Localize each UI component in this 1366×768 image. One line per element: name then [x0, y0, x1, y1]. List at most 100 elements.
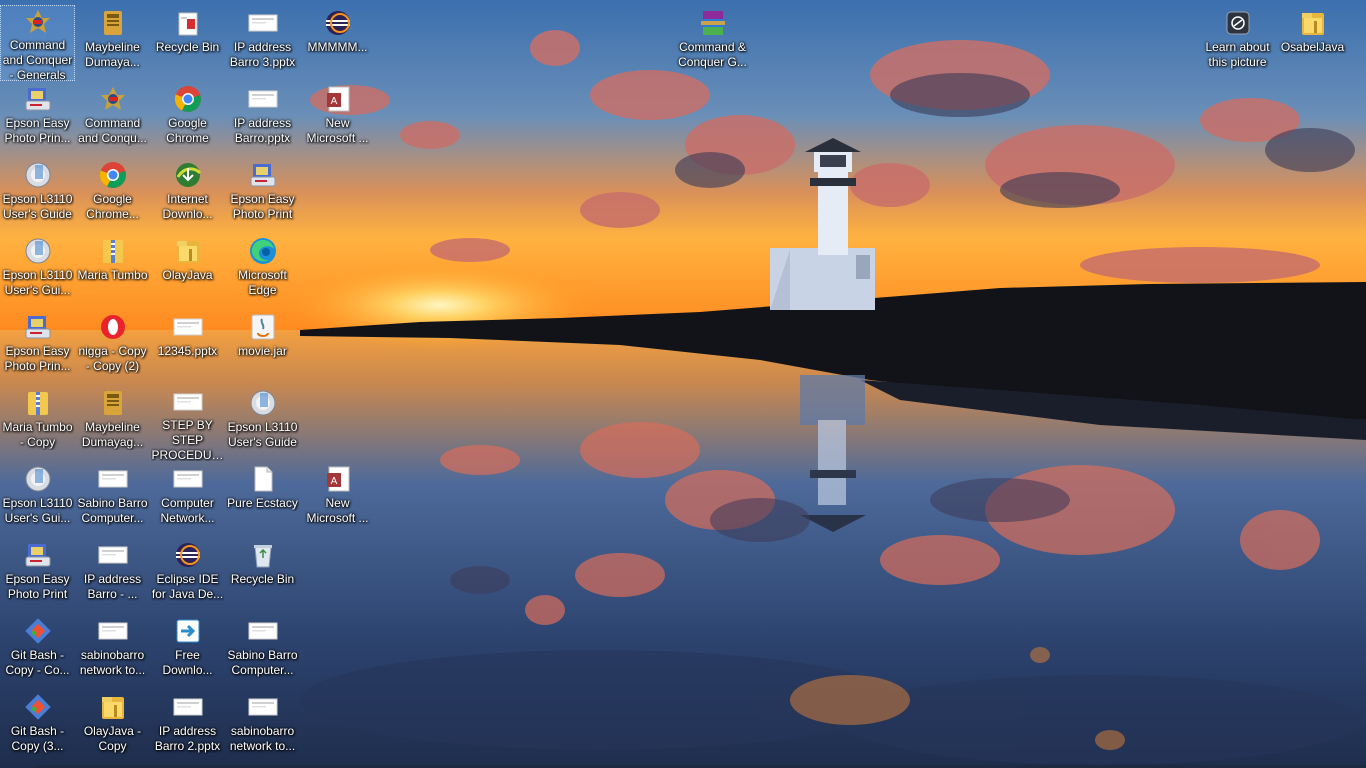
- desktop-icon[interactable]: OlayJava - Copy: [75, 689, 150, 765]
- desktop-icon[interactable]: Epson Easy Photo Prin...: [0, 81, 75, 157]
- desktop-icon[interactable]: Git Bash - Copy (3...: [0, 689, 75, 765]
- epson-photo-icon: [23, 84, 53, 114]
- desktop-icon-label: Internet Downlo...: [162, 192, 213, 221]
- eclipse-icon: [173, 540, 203, 570]
- desktop-icon-label: Maybeline Dumayag...: [81, 420, 144, 449]
- desktop-icon[interactable]: nigga - Copy - Copy (2): [75, 309, 150, 385]
- desktop-icon[interactable]: Command and Conqu...: [75, 81, 150, 157]
- desktop-icon[interactable]: Google Chrome: [150, 81, 225, 157]
- desktop-icon-label: Command and Conqu...: [78, 116, 147, 145]
- desktop-icon-label: Epson L3110 User's Guide: [2, 192, 73, 221]
- epson-guide-icon: [23, 160, 53, 190]
- desktop-icon[interactable]: Recycle Bin: [225, 537, 300, 613]
- desktop-icon[interactable]: Epson L3110 User's Gui...: [0, 233, 75, 309]
- svg-text:A: A: [330, 96, 337, 107]
- desktop-icon[interactable]: sabinobarro network to...: [225, 689, 300, 765]
- desktop-icon-label: STEP BY STEP PROCEDUR...: [151, 418, 224, 461]
- desktop-icon-label: Epson L3110 User's Guide: [227, 420, 298, 449]
- desktop-icon[interactable]: Epson L3110 User's Guide: [0, 157, 75, 233]
- desktop-icon-learn-about-picture[interactable]: Learn about this picture: [1200, 5, 1275, 81]
- desktop-icon-label: Eclipse IDE for Java De...: [151, 572, 224, 601]
- idm-icon: [173, 160, 203, 190]
- desktop-icon-label: Google Chrome...: [86, 192, 139, 221]
- desktop-icon-label: OlayJava: [162, 268, 213, 282]
- folder-icon: [98, 692, 128, 722]
- desktop-icon[interactable]: IP address Barro.pptx: [225, 81, 300, 157]
- pptx-file-icon: [173, 312, 203, 342]
- desktop-icon-label: sabinobarro network to...: [229, 724, 296, 753]
- desktop-icon[interactable]: 12345.pptx: [150, 309, 225, 385]
- git-bash-icon: [23, 616, 53, 646]
- desktop-icon[interactable]: Free Downlo...: [150, 613, 225, 689]
- pptx-file-icon: [248, 8, 278, 38]
- desktop-icon[interactable]: Epson Easy Photo Prin...: [0, 309, 75, 385]
- pptx-file-icon: [248, 692, 278, 722]
- pptx-file-icon: [173, 388, 203, 416]
- pptx-file-icon: [98, 464, 128, 494]
- desktop-icon-label: Command & Conquer G...: [678, 40, 747, 69]
- desktop-icon[interactable]: STEP BY STEP PROCEDUR...: [150, 385, 225, 461]
- pptx-file-icon: [173, 692, 203, 722]
- desktop-icon[interactable]: Sabino Barro Computer...: [225, 613, 300, 689]
- desktop-icon[interactable]: Maria Tumbo - Copy: [0, 385, 75, 461]
- camera-icon: [1223, 8, 1253, 38]
- desktop-icon[interactable]: Pure Ecstacy: [225, 461, 300, 537]
- desktop-icon[interactable]: Git Bash - Copy - Co...: [0, 613, 75, 689]
- desktop-icon-osabeljava[interactable]: OsabelJava: [1275, 5, 1350, 81]
- desktop-icon[interactable]: IP address Barro 3.pptx: [225, 5, 300, 81]
- desktop-icon-label: Maybeline Dumaya...: [85, 40, 140, 69]
- desktop-icon[interactable]: Internet Downlo...: [150, 157, 225, 233]
- desktop-icon-label: Google Chrome: [166, 116, 209, 145]
- desktop-icon[interactable]: Epson Easy Photo Print: [225, 157, 300, 233]
- desktop-icon[interactable]: Command and Conquer - Generals: [0, 5, 75, 81]
- desktop-icon-label: Maria Tumbo - Copy: [2, 420, 73, 449]
- desktop-icon[interactable]: Epson L3110 User's Gui...: [0, 461, 75, 537]
- pptx-file-icon: [173, 464, 203, 494]
- desktop-icon[interactable]: sabinobarro network to...: [75, 613, 150, 689]
- chrome-icon: [98, 160, 128, 190]
- desktop-icon-label: movie.jar: [238, 344, 287, 358]
- desktop-icon-label: IP address Barro 3.pptx: [229, 40, 296, 69]
- recycle-bin-icon: [248, 540, 278, 570]
- desktop-icon-label: Epson Easy Photo Prin...: [4, 116, 71, 145]
- desktop-icon[interactable]: Maybeline Dumaya...: [75, 5, 150, 81]
- desktop-icon-mmmmm[interactable]: MMMMM...: [300, 5, 375, 81]
- desktop-icon[interactable]: Maybeline Dumayag...: [75, 385, 150, 461]
- desktop-icon[interactable]: OlayJava: [150, 233, 225, 309]
- desktop-icon[interactable]: Sabino Barro Computer...: [75, 461, 150, 537]
- folder-icon: [1298, 8, 1328, 38]
- desktop-icon-label: Pure Ecstacy: [227, 496, 298, 510]
- desktop-icon[interactable]: IP address Barro 2.pptx: [150, 689, 225, 765]
- desktop-icon-label: Epson Easy Photo Prin...: [4, 344, 71, 373]
- java-jar-icon: [248, 312, 278, 342]
- desktop-icon[interactable]: Recycle Bin: [150, 5, 225, 81]
- pptx-file-icon: [248, 84, 278, 114]
- desktop-icon[interactable]: Maria Tumbo: [75, 233, 150, 309]
- desktop-icon[interactable]: Microsoft Edge: [225, 233, 300, 309]
- desktop-icon[interactable]: Epson Easy Photo Print: [0, 537, 75, 613]
- desktop-icon[interactable]: Computer Network...: [150, 461, 225, 537]
- desktop-icon[interactable]: Google Chrome...: [75, 157, 150, 233]
- desktop-icon[interactable]: Epson L3110 User's Guide: [225, 385, 300, 461]
- archive-book-icon: [98, 8, 128, 38]
- pptx-file-icon: [248, 616, 278, 646]
- desktop-icon-label: Epson L3110 User's Gui...: [2, 496, 73, 525]
- desktop-icon-label: Recycle Bin: [230, 572, 295, 586]
- desktop-icon-winrar[interactable]: Command & Conquer G...: [675, 5, 750, 81]
- desktop-icon[interactable]: IP address Barro - ...: [75, 537, 150, 613]
- chrome-icon: [173, 84, 203, 114]
- desktop-icon[interactable]: movie.jar: [225, 309, 300, 385]
- desktop-icon-label: Learn about this picture: [1205, 40, 1270, 69]
- desktop-icon-new-access-1[interactable]: A New Microsoft ...: [300, 81, 375, 157]
- archive-book-icon: [98, 388, 128, 418]
- desktop-icon-label: MMMMM...: [307, 40, 368, 54]
- desktop-icon[interactable]: Eclipse IDE for Java De...: [150, 537, 225, 613]
- desktop-icon-label: Epson L3110 User's Gui...: [2, 268, 73, 297]
- epson-photo-icon: [23, 312, 53, 342]
- folder-icon: [173, 236, 203, 266]
- desktop-icon-label: Recycle Bin: [155, 40, 220, 54]
- desktop-icon-label: Microsoft Edge: [238, 268, 287, 297]
- pptx-file-icon: [98, 616, 128, 646]
- zip-folder-icon: [23, 388, 53, 418]
- desktop-icon-new-access-2[interactable]: A New Microsoft ...: [300, 461, 375, 537]
